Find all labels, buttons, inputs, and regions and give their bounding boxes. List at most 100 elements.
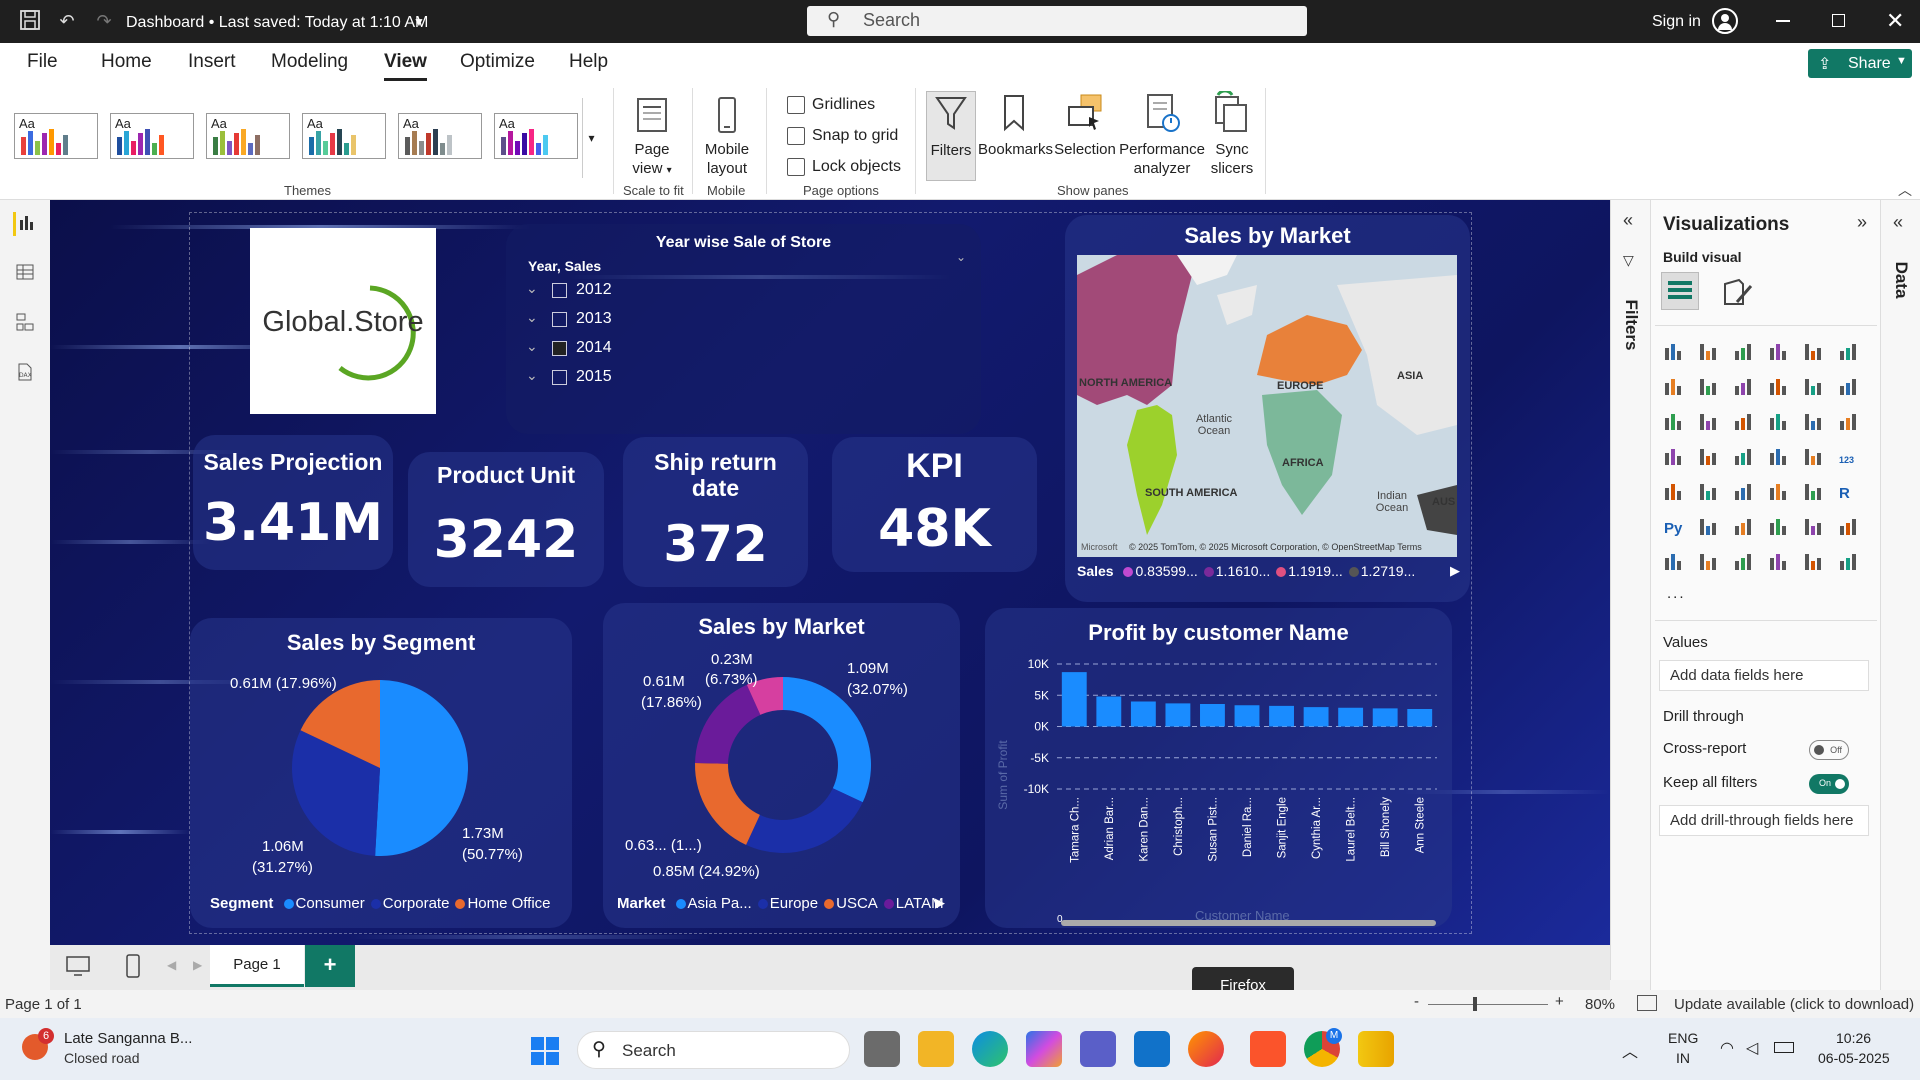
profit-bar[interactable]	[1372, 708, 1398, 727]
legend-item[interactable]: Consumer	[296, 895, 365, 912]
menu-home[interactable]: Home	[101, 51, 152, 73]
lock-objects-checkbox[interactable]	[787, 158, 805, 176]
performance-analyzer-button[interactable]: Performance analyzer	[1116, 91, 1208, 178]
pie-icon[interactable]	[1801, 410, 1827, 436]
table-view-icon[interactable]	[13, 262, 37, 286]
theme-swatch-5[interactable]: Aa	[398, 113, 482, 159]
funnel-icon[interactable]	[1731, 410, 1757, 436]
report-canvas[interactable]: Global.Store Year wise Sale of Store ⌄ Y…	[50, 200, 1610, 945]
clustered-column-icon[interactable]	[1766, 340, 1792, 366]
matrix-icon[interactable]	[1801, 480, 1827, 506]
menu-insert[interactable]: Insert	[188, 51, 236, 73]
clock-time[interactable]: 10:26	[1836, 1030, 1871, 1046]
collapse-pane-icon[interactable]: »	[1857, 212, 1867, 233]
legend-item[interactable]: Corporate	[383, 895, 450, 912]
custom-1-icon[interactable]	[1801, 550, 1827, 576]
stacked-bar-icon[interactable]	[1661, 340, 1687, 366]
filters-pane-button[interactable]: Filters	[926, 91, 976, 181]
undo-icon[interactable]: ↶	[55, 9, 79, 33]
pie-slice-consumer[interactable]	[375, 680, 468, 856]
scatter-icon[interactable]	[1766, 410, 1792, 436]
zoom-out-button[interactable]: -	[1414, 993, 1419, 1010]
account-icon[interactable]	[1712, 8, 1738, 34]
kpi-icon[interactable]	[1696, 480, 1722, 506]
donut-slice-europe[interactable]	[746, 788, 863, 853]
treemap-icon[interactable]	[1661, 445, 1687, 471]
gauge-icon[interactable]	[1801, 445, 1827, 471]
power-bi-icon[interactable]	[1358, 1031, 1394, 1067]
bookmarks-pane-button[interactable]: Bookmarks	[978, 91, 1053, 159]
dax-query-icon[interactable]: DAX	[13, 362, 37, 386]
firefox-icon[interactable]	[1188, 1031, 1224, 1067]
snap-to-grid-checkbox[interactable]	[787, 127, 805, 145]
volume-icon[interactable]: ◁	[1746, 1038, 1758, 1058]
kpi-sales-projection[interactable]: Sales Projection 3.41M	[193, 435, 393, 570]
add-page-button[interactable]: +	[305, 945, 355, 987]
gridlines-checkbox[interactable]	[787, 96, 805, 114]
profit-bar[interactable]	[1234, 705, 1260, 727]
legend-item[interactable]: Asia Pa...	[688, 895, 752, 912]
menu-file[interactable]: File	[27, 51, 58, 73]
task-view-icon[interactable]	[864, 1031, 900, 1067]
smart-narrative-icon[interactable]	[1801, 515, 1827, 541]
goals-icon[interactable]	[1836, 515, 1862, 541]
ribbon-icon[interactable]	[1661, 410, 1687, 436]
year-item[interactable]: ⌄ 2012	[526, 280, 726, 304]
legend-next-icon[interactable]: ▶	[935, 895, 945, 911]
zoom-slider[interactable]	[1428, 1004, 1548, 1005]
map-icon[interactable]	[1696, 445, 1722, 471]
waterfall-icon[interactable]	[1696, 410, 1722, 436]
battery-icon[interactable]	[1774, 1042, 1794, 1053]
clustered-bar-icon[interactable]	[1731, 340, 1757, 366]
teams-icon[interactable]	[1080, 1031, 1116, 1067]
r-visual-icon[interactable]: R	[1836, 480, 1862, 506]
themes-expand-icon[interactable]: ▾	[582, 98, 600, 178]
prev-page-icon[interactable]: ◀	[167, 958, 176, 972]
wifi-icon[interactable]: ◠	[1720, 1038, 1734, 1058]
profit-bar[interactable]	[1061, 672, 1087, 727]
year-checkbox[interactable]	[552, 312, 567, 327]
legend-item[interactable]: Europe	[770, 895, 818, 912]
100-column-icon[interactable]	[1836, 340, 1862, 366]
clock-date[interactable]: 06-05-2025	[1818, 1050, 1890, 1066]
windows-start-icon[interactable]	[530, 1036, 560, 1071]
edge-icon[interactable]	[972, 1031, 1008, 1067]
page-view-button[interactable]: Page view ▾	[622, 95, 682, 180]
outlook-icon[interactable]	[1134, 1031, 1170, 1067]
zoom-level[interactable]: 80%	[1585, 996, 1615, 1013]
expand-icon[interactable]: ⌄	[526, 367, 538, 384]
zoom-slider-thumb[interactable]	[1473, 997, 1477, 1011]
more-visuals-icon[interactable]: ...	[1667, 585, 1686, 602]
mobile-layout-icon[interactable]	[125, 954, 141, 983]
100-area-icon[interactable]	[1766, 375, 1792, 401]
share-button[interactable]: ⇪ Share ▼	[1808, 49, 1912, 78]
paginated-report-icon[interactable]	[1661, 550, 1687, 576]
close-icon[interactable]: ✕	[1886, 8, 1904, 34]
keep-all-filters-toggle[interactable]: On	[1809, 774, 1849, 794]
model-view-icon[interactable]	[13, 312, 37, 336]
key-influencers-icon[interactable]	[1696, 515, 1722, 541]
sales-by-market-donut-card[interactable]: Sales by Market 0.23M (6.73%) 0.61M (17.…	[603, 603, 960, 928]
profit-bar-chart[interactable]: 10K 5K 0K -5K -10K Tamara Ch... Adrian Bar... K…	[985, 608, 1452, 928]
profit-bar[interactable]	[1130, 701, 1156, 727]
values-drop-zone[interactable]: Add data fields here	[1659, 660, 1869, 691]
custom-2-icon[interactable]	[1836, 550, 1862, 576]
100-bar-icon[interactable]	[1801, 340, 1827, 366]
data-pane-collapsed[interactable]: « Data	[1880, 200, 1920, 990]
profit-bar[interactable]	[1269, 705, 1294, 727]
collapse-ribbon-icon[interactable]: ︿	[1898, 180, 1912, 200]
cross-report-toggle[interactable]: Off	[1809, 740, 1849, 760]
card-icon[interactable]: 123	[1836, 445, 1862, 471]
year-item[interactable]: ⌄ 2013	[526, 309, 726, 333]
taskbar-search[interactable]: ⚲ Search	[577, 1031, 850, 1069]
slicer-icon[interactable]	[1731, 480, 1757, 506]
format-visual-tab[interactable]	[1721, 276, 1755, 315]
area-icon[interactable]	[1696, 375, 1722, 401]
fit-to-page-icon[interactable]	[1637, 995, 1657, 1011]
theme-swatch-2[interactable]: Aa	[110, 113, 194, 159]
expand-filters-icon[interactable]: «	[1623, 210, 1633, 231]
theme-swatch-3[interactable]: Aa	[206, 113, 290, 159]
brave-icon[interactable]	[1250, 1031, 1286, 1067]
drill-through-drop-zone[interactable]: Add drill-through fields here	[1659, 805, 1869, 836]
chevron-down-icon[interactable]: ▼	[413, 15, 425, 29]
